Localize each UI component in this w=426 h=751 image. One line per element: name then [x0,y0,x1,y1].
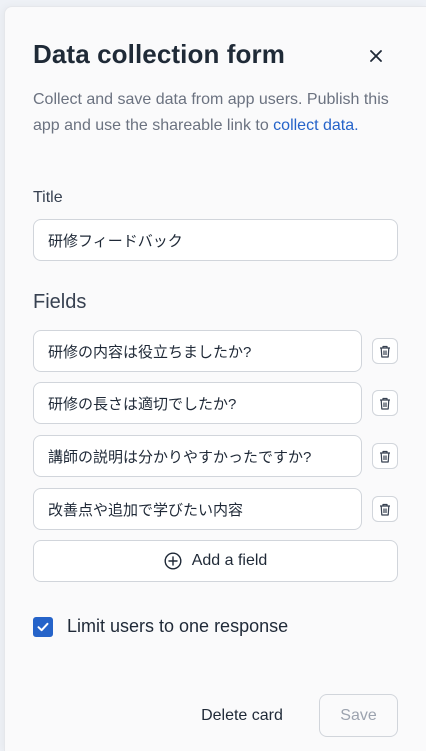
trash-icon [380,397,390,410]
field-input-value: 講師の説明は分かりやすかったですか? [48,448,312,466]
plus-circle-icon [164,552,182,570]
field-input[interactable]: 研修の長さは適切でしたか? [33,382,362,424]
delete-field-button[interactable] [372,390,398,416]
fields-label: Fields [33,291,87,313]
close-button[interactable] [365,45,387,67]
field-input-value: 改善点や追加で学びたい内容 [48,501,244,519]
panel-description: Collect and save data from app users. Pu… [33,87,403,139]
collect-data-link[interactable]: collect data. [273,117,358,134]
checkmark-icon [37,622,49,632]
data-collection-panel: Data collection form Collect and save da… [4,6,426,751]
close-icon [370,50,382,62]
add-field-label: Add a field [191,552,268,569]
save-button[interactable]: Save [319,694,398,737]
delete-field-button[interactable] [372,496,398,522]
field-input-value: 研修の長さは適切でしたか? [48,395,237,413]
limit-response-checkbox[interactable] [33,617,53,637]
panel-title: Data collection form [33,39,285,69]
title-label: Title [33,189,63,206]
trash-icon [380,345,390,358]
field-input[interactable]: 改善点や追加で学びたい内容 [33,488,362,530]
trash-icon [380,450,390,463]
field-input-value: 研修の内容は役立ちましたか? [48,343,252,361]
delete-card-button[interactable]: Delete card [191,695,293,737]
add-field-button[interactable]: Add a field [33,540,398,582]
trash-icon [380,503,390,516]
title-input[interactable]: 研修フィードバック [33,219,398,261]
field-input[interactable]: 研修の内容は役立ちましたか? [33,330,362,372]
title-input-value: 研修フィードバック [48,232,183,250]
delete-field-button[interactable] [372,443,398,469]
limit-response-label: Limit users to one response [67,616,289,636]
field-input[interactable]: 講師の説明は分かりやすかったですか? [33,435,362,477]
delete-field-button[interactable] [372,338,398,364]
